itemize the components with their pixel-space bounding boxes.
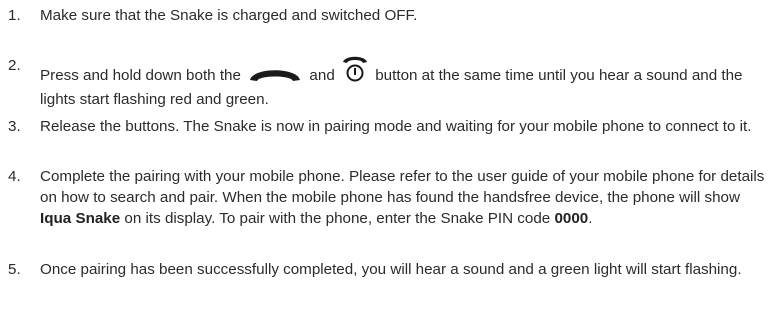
step-text: Once pairing has been successfully compl… bbox=[40, 261, 742, 278]
step-text-part: and bbox=[309, 67, 335, 84]
call-end-handset-icon bbox=[247, 65, 303, 89]
step-4: 4. Complete the pairing with your mobile… bbox=[8, 166, 768, 229]
step-text-part: . bbox=[588, 210, 593, 227]
step-text-part: Press and hold down both the bbox=[40, 67, 241, 84]
device-name: Iqua Snake bbox=[40, 210, 121, 227]
step-2: 2. Press and hold down both the and butt… bbox=[8, 55, 768, 110]
handset-power-icon bbox=[341, 55, 369, 89]
instructions-document: 1. Make sure that the Snake is charged a… bbox=[0, 0, 773, 310]
step-text-part: Complete the pairing with your mobile ph… bbox=[40, 168, 765, 206]
step-text: Complete the pairing with your mobile ph… bbox=[40, 166, 768, 229]
step-number: 3. bbox=[8, 118, 21, 135]
step-text: Press and hold down both the and button … bbox=[40, 55, 768, 110]
step-number: 1. bbox=[8, 7, 21, 24]
step-1: 1. Make sure that the Snake is charged a… bbox=[8, 5, 768, 26]
step-text: Make sure that the Snake is charged and … bbox=[40, 7, 418, 24]
pin-code: 0000 bbox=[554, 210, 589, 227]
step-number: 4. bbox=[8, 168, 21, 185]
step-text: Release the buttons. The Snake is now in… bbox=[40, 118, 752, 135]
step-number: 2. bbox=[8, 57, 21, 74]
step-text-part: on its display. To pair with the phone, … bbox=[124, 210, 551, 227]
step-number: 5. bbox=[8, 261, 21, 278]
step-5: 5. Once pairing has been successfully co… bbox=[8, 259, 768, 280]
step-3: 3. Release the buttons. The Snake is now… bbox=[8, 116, 768, 137]
